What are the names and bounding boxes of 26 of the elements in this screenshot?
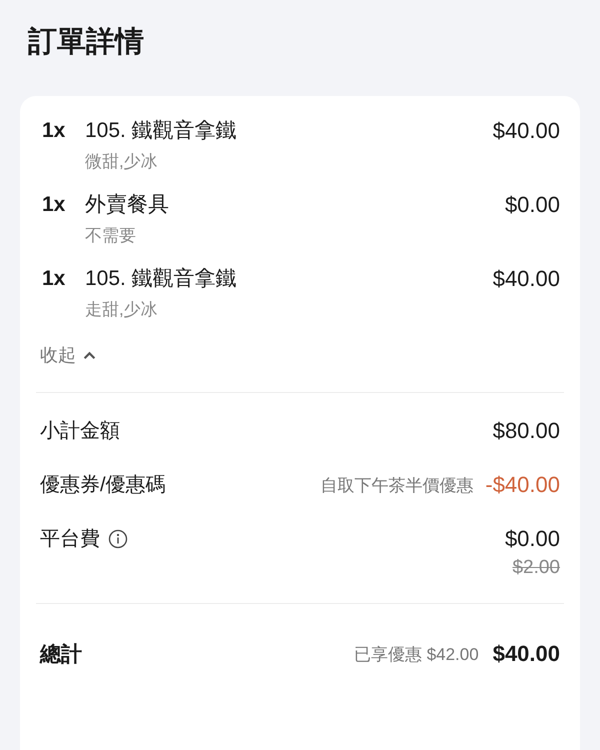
amount: $0.00 <box>504 525 560 553</box>
total-amount: $40.00 <box>492 641 560 667</box>
savings-note: 已享優惠 $42.00 <box>354 644 479 666</box>
summary-label: 優惠券/優惠碼 <box>40 473 166 498</box>
collapse-link[interactable]: 收起 <box>40 342 96 368</box>
total-label: 總計 <box>40 642 82 668</box>
item-name: 外賣餐具 <box>85 192 170 218</box>
discount-name: 自取下午茶半價優惠 <box>320 474 474 496</box>
summary-label: 小計金額 <box>40 419 120 444</box>
original-price: $2.00 <box>512 557 560 579</box>
info-icon[interactable] <box>108 529 128 549</box>
item-name: 105. 鐵觀音拿鐵 <box>85 118 238 144</box>
item-price: $40.00 <box>492 265 560 293</box>
item-quantity: 1x <box>42 118 66 144</box>
item-quantity: 1x <box>42 266 66 292</box>
page-title: 訂單詳情 <box>28 25 145 60</box>
item-options: 走甜,少冰 <box>85 298 493 322</box>
discount-amount: -$40.00 <box>485 471 560 499</box>
amount: $80.00 <box>492 417 560 445</box>
item-quantity: 1x <box>42 192 66 218</box>
item-options: 不需要 <box>85 224 505 248</box>
item-price: $40.00 <box>492 117 560 145</box>
summary-label: 平台費 <box>40 527 100 552</box>
item-price: $0.00 <box>504 191 560 219</box>
item-options: 微甜,少冰 <box>85 150 493 174</box>
item-name: 105. 鐵觀音拿鐵 <box>85 266 238 292</box>
